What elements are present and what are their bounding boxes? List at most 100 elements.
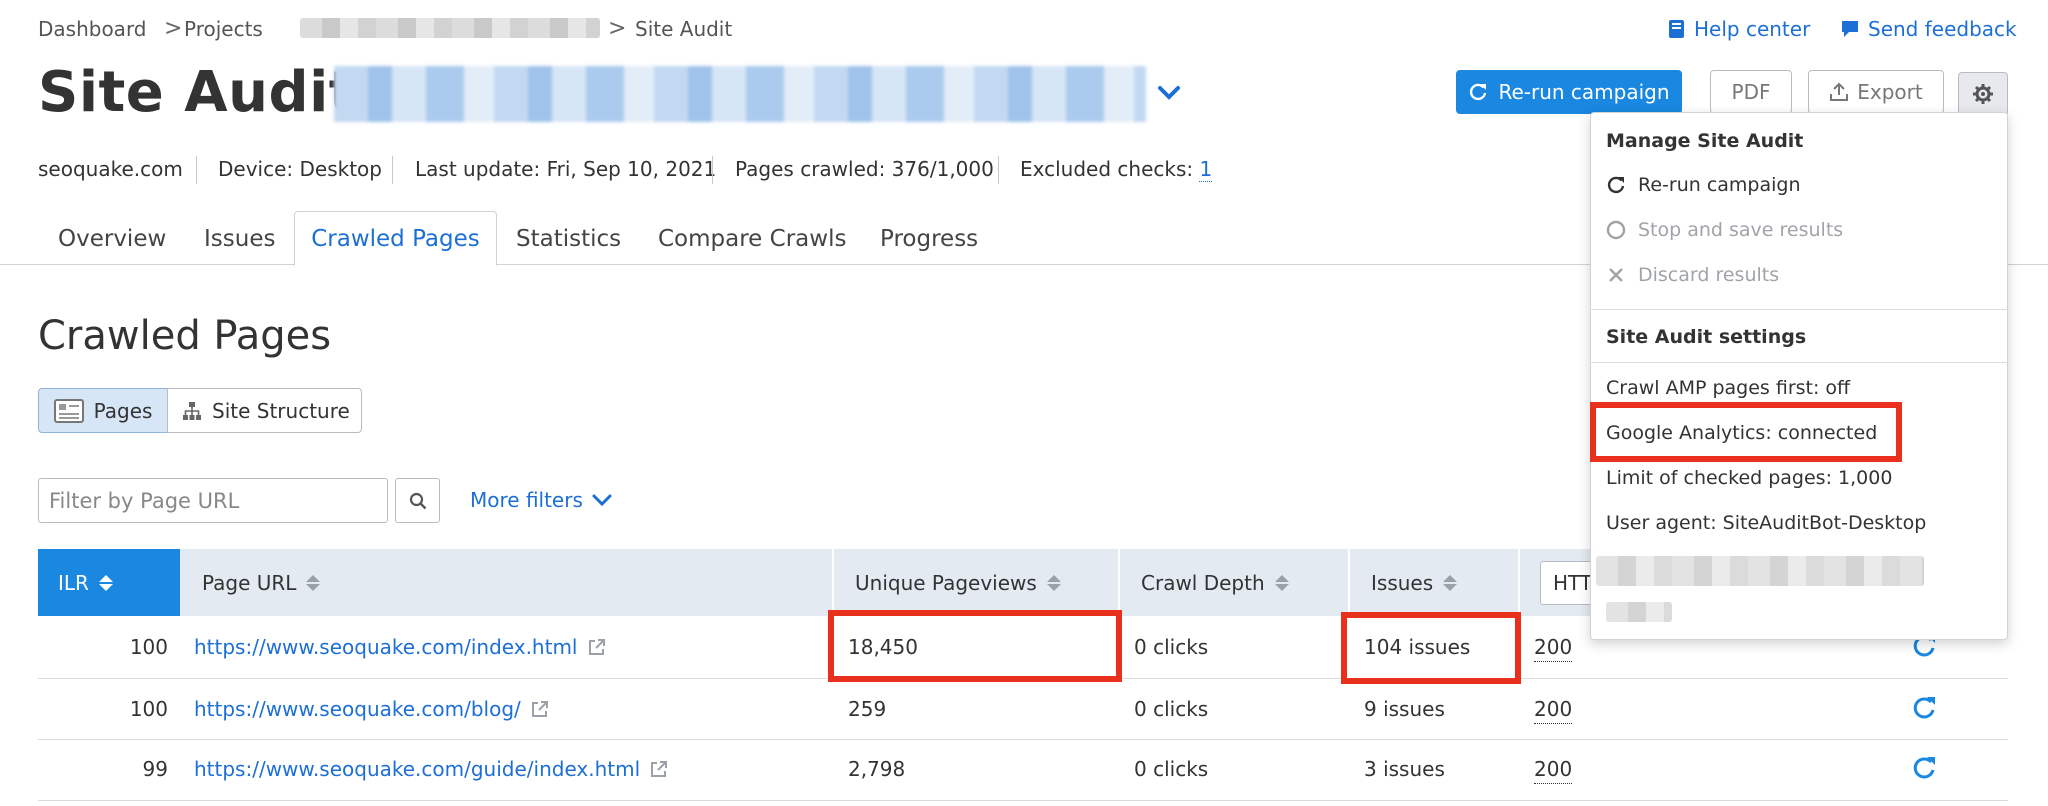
ilr-cell: 100 [129, 635, 168, 659]
manage-site-audit-heading: Manage Site Audit [1606, 130, 1804, 152]
crawl-depth-cell: 0 clicks [1134, 757, 1209, 781]
external-link-icon [531, 701, 548, 717]
site-audit-settings-heading: Site Audit settings [1606, 326, 1807, 348]
chevron-down-icon[interactable] [1152, 76, 1186, 110]
menu-rerun-campaign[interactable]: Re-run campaign [1606, 172, 1801, 198]
recrawl-icon[interactable] [1910, 694, 1938, 722]
unique-pageviews-cell: 2,798 [848, 757, 906, 781]
column-header-ilr-label: ILR [58, 570, 89, 595]
sort-icon [1274, 574, 1289, 591]
column-divider [1518, 549, 1520, 616]
http-status-cell[interactable]: 200 [1534, 634, 1573, 662]
help-center-label: Help center [1694, 17, 1811, 41]
settings-button[interactable] [1958, 72, 2008, 116]
breadcrumb-separator: > [164, 16, 183, 41]
unique-pageviews-cell: 259 [848, 697, 887, 721]
tab-overview[interactable]: Overview [58, 222, 166, 264]
page-url-text: https://www.seoquake.com/guide/index.htm… [194, 757, 641, 781]
sort-icon [1046, 574, 1061, 591]
help-center-link[interactable]: Help center [1668, 16, 1810, 42]
recrawl-icon[interactable] [1910, 754, 1938, 782]
ilr-cell: 100 [129, 697, 168, 721]
column-header-issues[interactable]: Issues [1371, 549, 1458, 616]
menu-user-agent-label: User agent: SiteAuditBot-Desktop [1606, 512, 1927, 534]
page-url-text: https://www.seoquake.com/index.html [194, 635, 578, 659]
divider [196, 156, 197, 184]
rerun-campaign-button[interactable]: Re-run campaign [1456, 70, 1682, 114]
site-structure-button[interactable]: Site Structure [167, 388, 362, 433]
external-link-icon [651, 761, 668, 777]
tab-compare-crawls[interactable]: Compare Crawls [658, 222, 846, 264]
divider [392, 156, 393, 184]
crawl-depth-cell: 0 clicks [1134, 635, 1209, 659]
column-divider [1348, 549, 1350, 616]
column-header-crawl-depth[interactable]: Crawl Depth [1141, 549, 1289, 616]
tab-crawled-pages[interactable]: Crawled Pages [294, 211, 497, 266]
speech-bubble-icon [1842, 21, 1858, 37]
tab-progress[interactable]: Progress [880, 222, 978, 264]
menu-discard-results: Discard results [1606, 262, 1779, 288]
menu-divider [1590, 309, 2008, 310]
export-button[interactable]: Export [1808, 70, 1944, 114]
page-url-link[interactable]: https://www.seoquake.com/index.html [194, 632, 606, 662]
page-title: Site Audit: [38, 60, 379, 125]
send-feedback-label: Send feedback [1868, 17, 2017, 41]
send-feedback-link[interactable]: Send feedback [1840, 16, 2017, 42]
chevron-down-icon [592, 494, 612, 507]
menu-discard-results-label: Discard results [1638, 264, 1780, 286]
redacted-project-name [300, 18, 600, 38]
highlight-box-issues [1341, 612, 1521, 684]
highlight-box-google-analytics [1590, 402, 1902, 462]
column-header-page-url-label: Page URL [202, 570, 297, 595]
pages-view-button[interactable]: Pages [38, 388, 168, 433]
column-header-crawl-depth-label: Crawl Depth [1141, 570, 1265, 595]
menu-user-agent[interactable]: User agent: SiteAuditBot-Desktop [1606, 510, 1926, 536]
menu-page-limit[interactable]: Limit of checked pages: 1,000 [1606, 465, 1892, 491]
external-link-icon [588, 639, 605, 655]
sort-icon [1443, 574, 1458, 591]
excluded-checks-label: Excluded checks: [1020, 157, 1194, 181]
redacted-menu-item [1606, 602, 1672, 622]
pdf-button[interactable]: PDF [1710, 70, 1792, 114]
issues-cell[interactable]: 9 issues [1364, 694, 1445, 724]
menu-crawl-amp[interactable]: Crawl AMP pages first: off [1606, 375, 1850, 401]
search-button[interactable] [395, 478, 440, 523]
pages-crawled: Pages crawled: 376/1,000 [735, 157, 994, 181]
page-url-link[interactable]: https://www.seoquake.com/guide/index.htm… [194, 754, 668, 784]
issues-cell[interactable]: 3 issues [1364, 754, 1445, 784]
last-update: Last update: Fri, Sep 10, 2021 [415, 157, 717, 181]
tab-statistics[interactable]: Statistics [516, 222, 621, 264]
page-url-text: https://www.seoquake.com/blog/ [194, 697, 521, 721]
device-info: Device: Desktop [218, 157, 382, 181]
stop-circle-icon [1606, 220, 1626, 240]
url-filter-input[interactable] [38, 478, 388, 523]
search-icon [409, 492, 426, 509]
tab-crawled-pages-label: Crawled Pages [311, 225, 480, 252]
menu-divider [1590, 362, 2008, 363]
menu-crawl-amp-label: Crawl AMP pages first: off [1606, 377, 1851, 399]
breadcrumb-separator: > [608, 16, 627, 41]
row-divider [38, 739, 2008, 740]
refresh-icon [1470, 83, 1487, 101]
close-icon [1609, 268, 1623, 282]
breadcrumb-site-audit: Site Audit [635, 17, 733, 41]
more-filters-button[interactable]: More filters [470, 486, 613, 514]
page-url-link[interactable]: https://www.seoquake.com/blog/ [194, 694, 549, 724]
breadcrumb-projects[interactable]: Projects [184, 16, 263, 42]
divider [712, 156, 713, 184]
menu-stop-and-save: Stop and save results [1606, 217, 1843, 243]
row-divider [38, 800, 2008, 801]
column-header-unique-pageviews[interactable]: Unique Pageviews [855, 549, 1061, 616]
project-domain: seoquake.com [38, 157, 183, 181]
column-header-issues-label: Issues [1371, 570, 1434, 595]
breadcrumb-dashboard[interactable]: Dashboard [38, 16, 147, 42]
sort-icon [306, 574, 321, 591]
tab-issues[interactable]: Issues [204, 222, 275, 264]
http-status-cell[interactable]: 200 [1534, 696, 1573, 724]
http-status-cell[interactable]: 200 [1534, 756, 1573, 784]
pages-view-label: Pages [93, 398, 153, 423]
column-header-ilr[interactable]: ILR [38, 549, 180, 616]
refresh-icon [1607, 176, 1625, 194]
column-header-page-url[interactable]: Page URL [202, 549, 321, 616]
excluded-checks-count[interactable]: 1 [1199, 157, 1213, 182]
